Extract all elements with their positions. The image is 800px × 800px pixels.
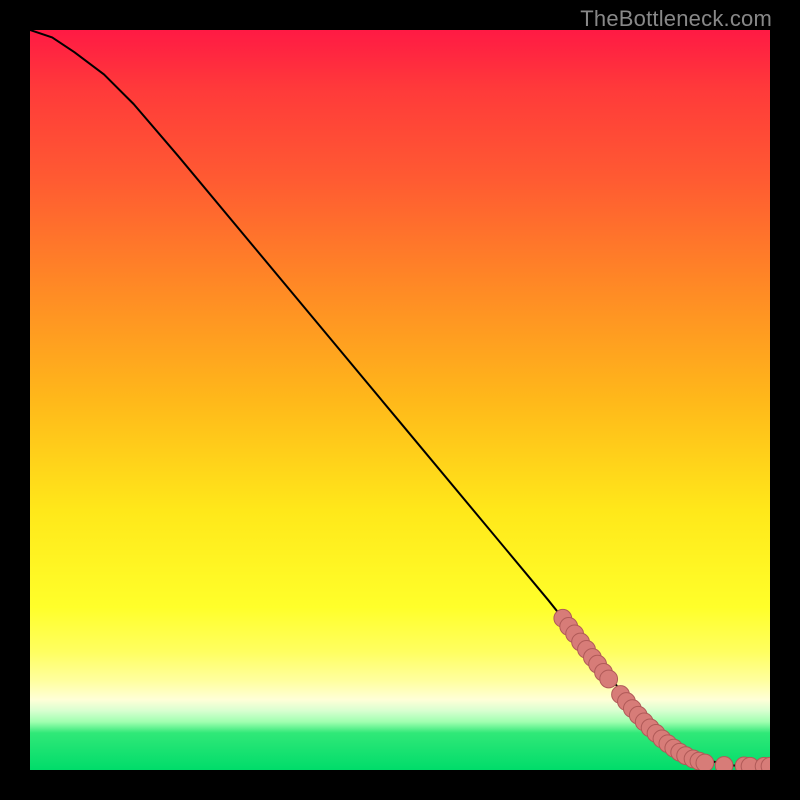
data-point bbox=[618, 693, 636, 711]
data-point bbox=[715, 757, 733, 770]
data-point bbox=[761, 757, 770, 770]
data-point bbox=[635, 713, 653, 731]
data-point bbox=[584, 649, 602, 667]
watermark-text: TheBottleneck.com bbox=[580, 6, 772, 32]
data-point bbox=[623, 700, 641, 718]
data-point bbox=[696, 754, 714, 770]
data-point bbox=[578, 641, 596, 659]
data-point bbox=[659, 735, 677, 753]
data-point bbox=[671, 743, 689, 761]
data-point bbox=[690, 752, 708, 770]
data-point bbox=[566, 625, 584, 643]
data-point bbox=[665, 739, 683, 757]
data-point bbox=[735, 757, 753, 770]
data-point bbox=[595, 663, 613, 681]
data-point bbox=[647, 724, 665, 742]
data-point bbox=[755, 757, 770, 770]
data-point bbox=[560, 618, 578, 636]
data-point bbox=[641, 719, 659, 737]
data-point bbox=[589, 655, 607, 673]
curve-line bbox=[30, 30, 770, 766]
data-point bbox=[741, 757, 759, 770]
data-point bbox=[572, 633, 590, 651]
data-point bbox=[612, 686, 630, 704]
data-point bbox=[629, 706, 647, 724]
data-point bbox=[600, 670, 618, 688]
data-point bbox=[684, 750, 702, 768]
chart-svg bbox=[30, 30, 770, 770]
data-point bbox=[554, 609, 572, 627]
data-point bbox=[677, 747, 695, 765]
chart-stage: TheBottleneck.com bbox=[0, 0, 800, 800]
data-points-group bbox=[554, 609, 770, 770]
data-point bbox=[653, 730, 671, 748]
plot-area bbox=[30, 30, 770, 770]
